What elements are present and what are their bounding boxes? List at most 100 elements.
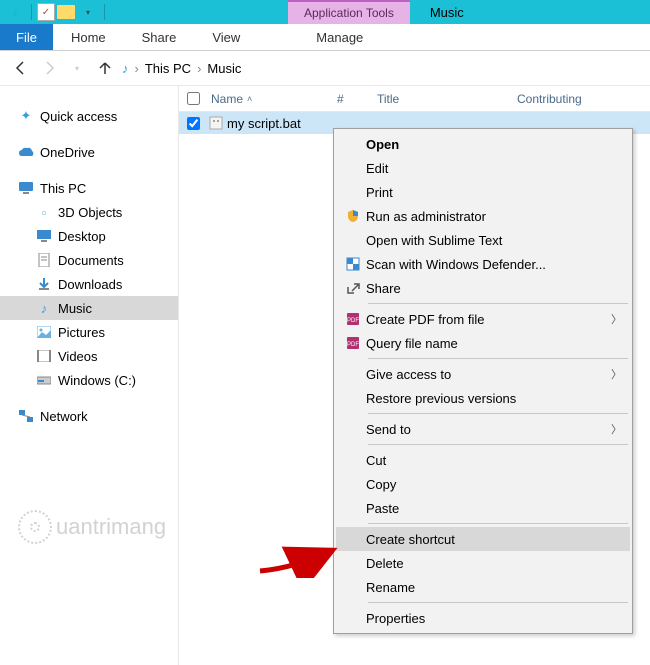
ribbon: File Home Share View Manage (0, 24, 650, 51)
back-button[interactable] (10, 57, 32, 79)
ctx-edit[interactable]: Edit (336, 156, 630, 180)
ctx-send-to[interactable]: Send to〉 (336, 417, 630, 441)
svg-text:PDF: PDF (347, 318, 359, 324)
watermark: uantrimang (18, 510, 166, 544)
ctx-copy[interactable]: Copy (336, 472, 630, 496)
nav-network[interactable]: Network (0, 404, 178, 428)
download-icon (36, 276, 52, 292)
nav-label: Network (40, 409, 88, 424)
recent-dropdown-icon[interactable]: ▾ (66, 57, 88, 79)
breadcrumb-root[interactable]: This PC (145, 61, 191, 76)
cube-icon: ▫ (36, 204, 52, 220)
chevron-right-icon[interactable]: › (133, 61, 141, 76)
videos-icon (36, 348, 52, 364)
up-button[interactable] (94, 57, 116, 79)
ctx-open[interactable]: Open (336, 132, 630, 156)
navigation-bar: ▾ ♪ › This PC › Music (0, 51, 650, 86)
chevron-right-icon[interactable]: › (195, 61, 203, 76)
column-contributing[interactable]: Contributing (517, 92, 650, 106)
chevron-right-icon: 〉 (611, 311, 622, 327)
pdf-icon: PDF (340, 331, 366, 355)
nav-label: Documents (58, 253, 124, 268)
chevron-right-icon: 〉 (611, 421, 622, 437)
ctx-query-file[interactable]: PDFQuery file name (336, 331, 630, 355)
batch-file-icon (207, 116, 225, 130)
nav-downloads[interactable]: Downloads (0, 272, 178, 296)
document-icon (36, 252, 52, 268)
nav-label: OneDrive (40, 145, 95, 160)
ctx-print[interactable]: Print (336, 180, 630, 204)
music-icon: ♪ (36, 300, 52, 316)
chevron-right-icon: 〉 (611, 366, 622, 382)
nav-windows-c[interactable]: Windows (C:) (0, 368, 178, 392)
ribbon-tab-view[interactable]: View (194, 24, 258, 50)
quick-access-toolbar: ♪ ✓ ▾ (0, 0, 108, 24)
ribbon-tab-manage[interactable]: Manage (298, 24, 381, 50)
nav-pictures[interactable]: Pictures (0, 320, 178, 344)
contextual-tab-label: Application Tools (288, 0, 410, 24)
nav-label: Videos (58, 349, 98, 364)
drive-icon (36, 372, 52, 388)
ribbon-tab-home[interactable]: Home (53, 24, 124, 50)
navigation-pane: ✦ Quick access OneDrive This PC ▫ 3D Obje… (0, 86, 178, 665)
file-name: my script.bat (225, 116, 301, 131)
star-icon: ✦ (18, 108, 34, 124)
ctx-delete[interactable]: Delete (336, 551, 630, 575)
music-library-icon[interactable]: ♪ (4, 1, 26, 23)
separator (368, 602, 628, 603)
nav-quick-access[interactable]: ✦ Quick access (0, 104, 178, 128)
separator (368, 444, 628, 445)
pdf-icon: PDF (340, 307, 366, 331)
ctx-restore[interactable]: Restore previous versions (336, 386, 630, 410)
window-title: Music (410, 0, 484, 24)
nav-label: 3D Objects (58, 205, 122, 220)
new-folder-qat-icon[interactable] (57, 5, 75, 19)
ribbon-file-tab[interactable]: File (0, 24, 53, 50)
nav-3d-objects[interactable]: ▫ 3D Objects (0, 200, 178, 224)
desktop-icon (36, 228, 52, 244)
nav-videos[interactable]: Videos (0, 344, 178, 368)
column-title[interactable]: Title (377, 92, 517, 106)
breadcrumb[interactable]: ♪ › This PC › Music (122, 61, 241, 76)
select-all-checkbox[interactable] (179, 92, 207, 105)
ctx-create-pdf[interactable]: PDFCreate PDF from file〉 (336, 307, 630, 331)
file-checkbox[interactable] (179, 117, 207, 130)
nav-label: Windows (C:) (58, 373, 136, 388)
context-menu: Open Edit Print Run as administrator Ope… (333, 128, 633, 634)
shield-icon (340, 204, 366, 228)
separator (368, 303, 628, 304)
ctx-paste[interactable]: Paste (336, 496, 630, 520)
title-bar: ♪ ✓ ▾ Application Tools Music (0, 0, 650, 24)
separator (368, 413, 628, 414)
column-name[interactable]: Name ˄ (207, 92, 337, 106)
breadcrumb-folder[interactable]: Music (207, 61, 241, 76)
pictures-icon (36, 324, 52, 340)
nav-label: Music (58, 301, 92, 316)
ctx-share[interactable]: Share (336, 276, 630, 300)
nav-documents[interactable]: Documents (0, 248, 178, 272)
share-icon (340, 276, 366, 300)
ctx-defender[interactable]: Scan with Windows Defender... (336, 252, 630, 276)
ctx-cut[interactable]: Cut (336, 448, 630, 472)
nav-this-pc[interactable]: This PC (0, 176, 178, 200)
nav-desktop[interactable]: Desktop (0, 224, 178, 248)
separator (368, 523, 628, 524)
network-icon (18, 408, 34, 424)
ctx-give-access[interactable]: Give access to〉 (336, 362, 630, 386)
ctx-sublime[interactable]: Open with Sublime Text (336, 228, 630, 252)
qat-dropdown-icon[interactable]: ▾ (77, 1, 99, 23)
properties-qat-icon[interactable]: ✓ (37, 3, 55, 21)
nav-label: This PC (40, 181, 86, 196)
nav-onedrive[interactable]: OneDrive (0, 140, 178, 164)
nav-label: Desktop (58, 229, 106, 244)
ribbon-tab-share[interactable]: Share (124, 24, 195, 50)
ctx-rename[interactable]: Rename (336, 575, 630, 599)
column-headers: Name ˄ # Title Contributing (179, 86, 650, 112)
column-number[interactable]: # (337, 92, 377, 106)
sort-caret-icon: ˄ (247, 94, 252, 104)
nav-music[interactable]: ♪ Music (0, 296, 178, 320)
ctx-run-admin[interactable]: Run as administrator (336, 204, 630, 228)
ctx-properties[interactable]: Properties (336, 606, 630, 630)
ctx-create-shortcut[interactable]: Create shortcut (336, 527, 630, 551)
forward-button[interactable] (38, 57, 60, 79)
